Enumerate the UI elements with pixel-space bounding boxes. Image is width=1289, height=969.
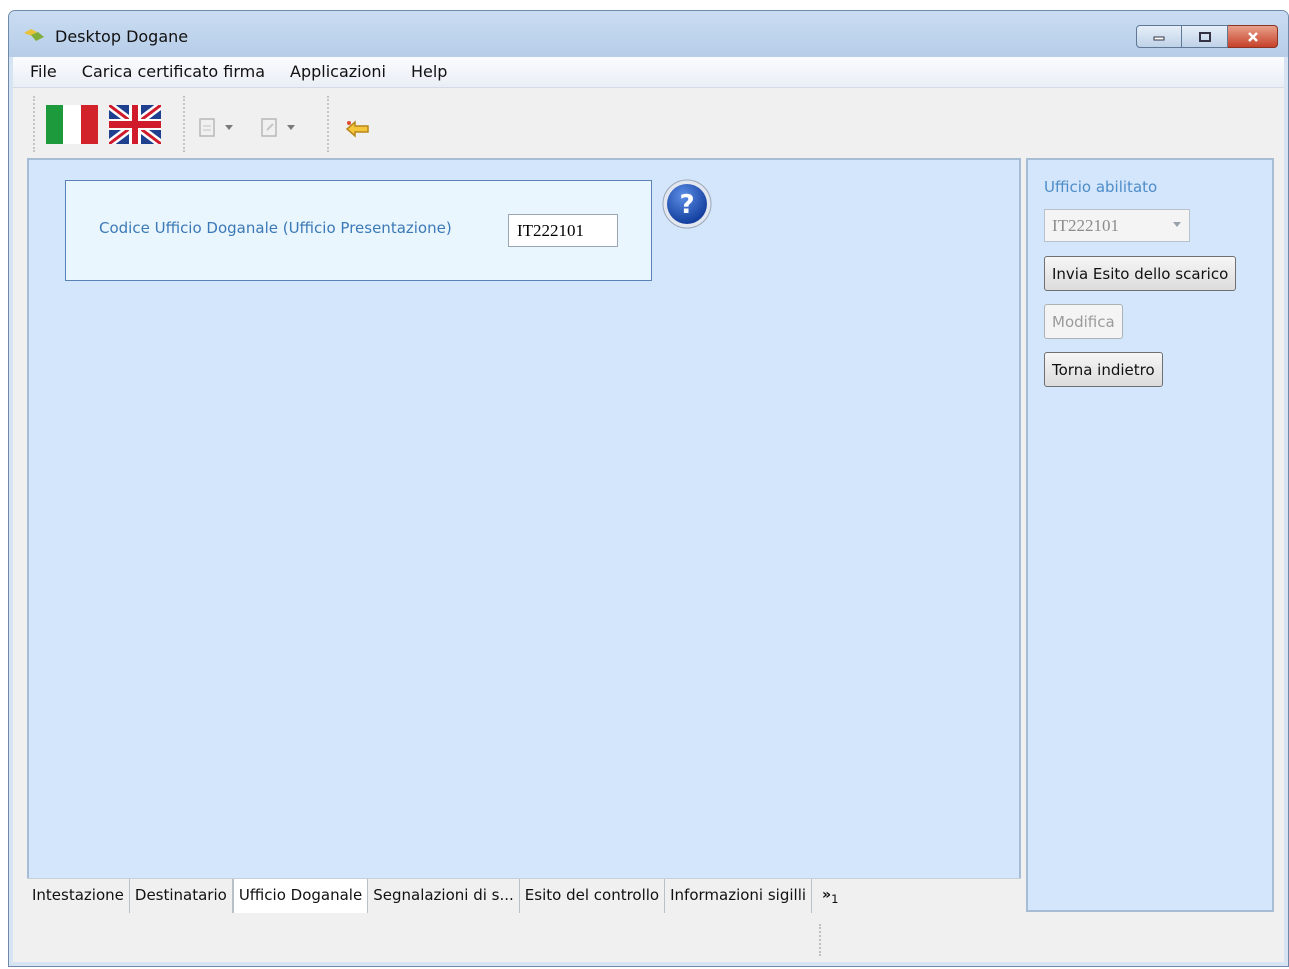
office-code-label: Codice Ufficio Doganale (Ufficio Present…: [99, 219, 452, 237]
minimize-icon: [1153, 36, 1165, 40]
tab-intestazione[interactable]: Intestazione: [27, 879, 130, 913]
menu-carica-certificato[interactable]: Carica certificato firma: [68, 57, 276, 87]
tab-overflow-button[interactable]: »1: [812, 879, 849, 913]
export-icon[interactable]: [259, 116, 299, 138]
side-panel: Ufficio abilitato IT222101 Invia Esito d…: [1026, 158, 1274, 912]
app-logo-icon: [24, 29, 44, 41]
office-field-group: Codice Ufficio Doganale (Ufficio Present…: [65, 180, 652, 281]
toolbar: [13, 88, 1284, 158]
send-result-button[interactable]: Invia Esito dello scarico: [1044, 256, 1237, 291]
app-window: Desktop Dogane File Carica certificato f…: [8, 10, 1289, 967]
toolbar-separator: [183, 96, 185, 152]
close-button[interactable]: [1228, 25, 1278, 48]
svg-text:?: ?: [679, 190, 694, 220]
status-divider: [819, 924, 821, 956]
back-arrow-icon[interactable]: [343, 118, 373, 140]
italy-flag-icon[interactable]: [46, 105, 98, 144]
main-panel: Codice Ufficio Doganale (Ufficio Present…: [27, 158, 1021, 912]
uk-flag-icon[interactable]: [109, 105, 161, 144]
title-bar[interactable]: Desktop Dogane: [9, 11, 1288, 57]
chevron-down-icon: [1173, 222, 1181, 227]
import-icon[interactable]: [197, 116, 237, 138]
toolbar-separator: [33, 96, 35, 152]
close-icon: [1247, 31, 1258, 42]
question-mark-icon[interactable]: ?: [661, 178, 713, 230]
menu-help[interactable]: Help: [397, 57, 458, 87]
window-controls: [1136, 25, 1278, 49]
tab-overflow-icon: »: [822, 887, 832, 903]
office-select[interactable]: IT222101: [1044, 209, 1190, 242]
menu-bar: File Carica certificato firma Applicazio…: [13, 57, 1284, 88]
tab-bar: Intestazione Destinatario Ufficio Dogana…: [27, 878, 1021, 913]
tab-ufficio-doganale[interactable]: Ufficio Doganale: [232, 879, 369, 913]
tab-esito-controllo[interactable]: Esito del controllo: [519, 879, 666, 913]
office-select-value: IT222101: [1052, 216, 1120, 235]
restore-icon: [1198, 31, 1211, 42]
minimize-button[interactable]: [1136, 25, 1182, 48]
tab-overflow-count: 1: [831, 891, 839, 906]
menu-applicazioni[interactable]: Applicazioni: [276, 57, 397, 87]
tab-segnalazioni[interactable]: Segnalazioni di s...: [368, 879, 520, 913]
tab-informazioni-sigilli[interactable]: Informazioni sigilli: [665, 879, 813, 913]
office-code-input[interactable]: [508, 214, 618, 247]
toolbar-separator: [327, 96, 329, 152]
maximize-button[interactable]: [1182, 25, 1228, 48]
modify-button[interactable]: Modifica: [1044, 304, 1123, 339]
content-area: Codice Ufficio Doganale (Ufficio Present…: [13, 158, 1284, 920]
office-enabled-title: Ufficio abilitato: [1044, 178, 1158, 196]
status-bar: [13, 920, 1284, 962]
back-button[interactable]: Torna indietro: [1044, 352, 1163, 387]
menu-file[interactable]: File: [13, 57, 68, 87]
window-title: Desktop Dogane: [55, 27, 189, 46]
tab-destinatario[interactable]: Destinatario: [129, 879, 233, 913]
